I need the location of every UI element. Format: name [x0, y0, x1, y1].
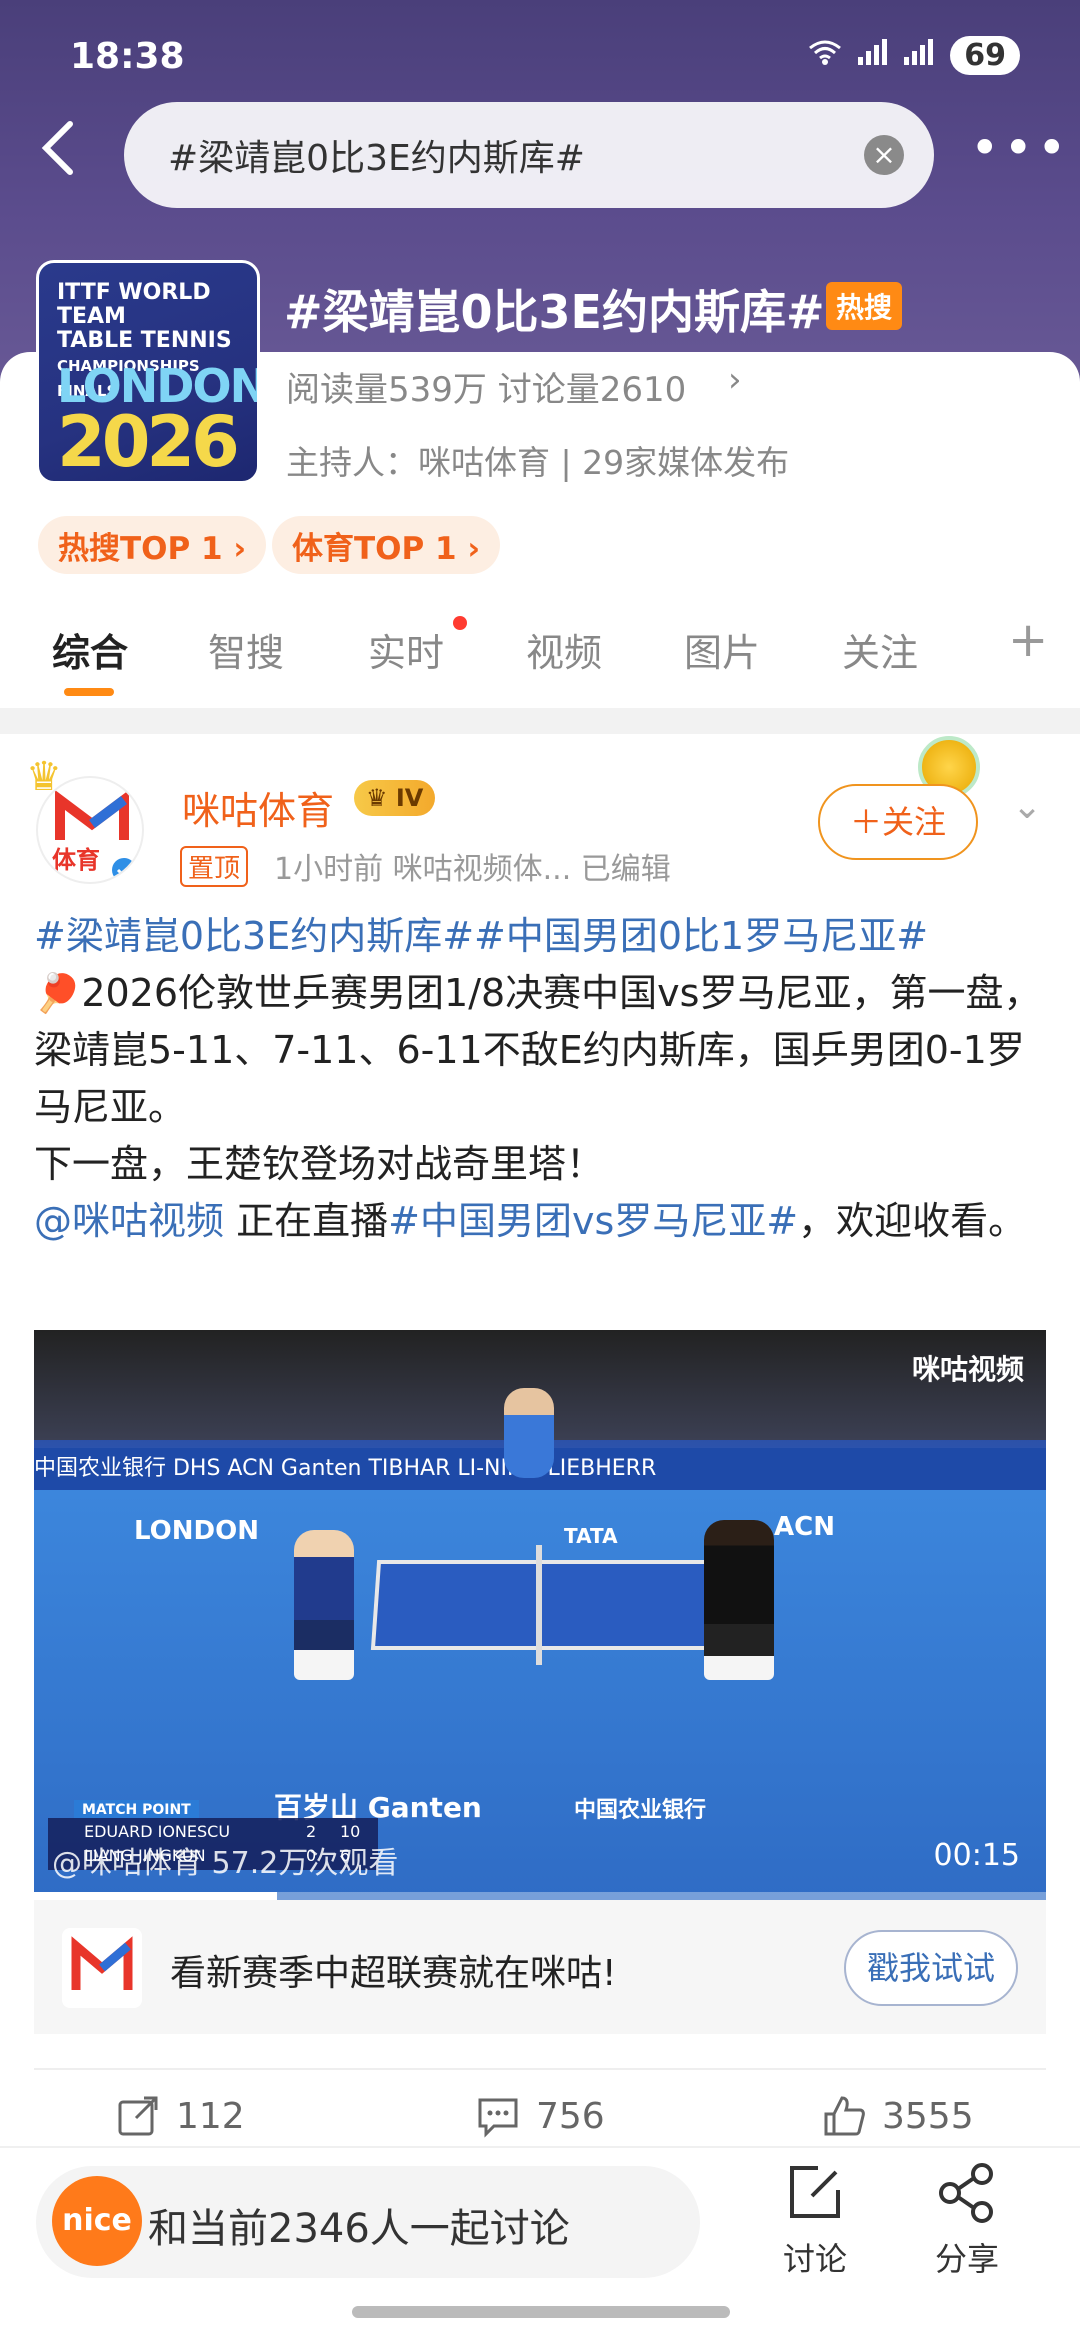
divider	[34, 2068, 1046, 2070]
active-tab-indicator	[64, 688, 114, 696]
video-time: 00:15	[933, 1838, 1020, 1873]
floor-text-abc: 中国农业银行	[574, 1798, 707, 1823]
promo-card[interactable]: 看新赛季中超联赛就在咪咕! 戳我试试	[34, 1900, 1046, 2034]
video-player[interactable]: 中国农业银行 DHS ACN Ganten TIBHAR LI-NING LIE…	[34, 1330, 1046, 1900]
post-paragraph-1: 🏓2026伦敦世乒赛男团1/8决赛中国vs罗马尼亚，第一盘，梁靖崑5-11、7-…	[34, 971, 1042, 1129]
ping-pong-net	[536, 1545, 542, 1665]
follow-button[interactable]: ＋关注	[818, 784, 978, 860]
repost-count: 112	[176, 2095, 245, 2137]
more-options-icon[interactable]: •••	[970, 118, 1066, 188]
match-point-tag: MATCH POINT	[74, 1800, 199, 1820]
video-logo: 咪咕视频	[911, 1353, 1024, 1386]
clear-icon[interactable]: ×	[864, 135, 904, 175]
video-view-count: @咪咕体育 57.2万次观看	[52, 1846, 399, 1881]
section-divider	[0, 708, 1080, 734]
chevron-right-icon[interactable]: ›	[728, 360, 742, 400]
chevron-down-icon[interactable]: ⌄	[1012, 786, 1042, 827]
crown-icon: ♛	[26, 754, 62, 800]
tab-video[interactable]: 视频	[526, 622, 602, 677]
hot-badge: 热搜	[826, 282, 903, 330]
topic-links[interactable]: #梁靖崑0比3E约内斯库##中国男团0比1罗马尼亚#	[34, 914, 928, 958]
home-indicator[interactable]	[352, 2306, 730, 2318]
status-time: 18:38	[70, 36, 185, 77]
post-paragraph-2: 下一盘，王楚钦登场对战奇里塔！	[34, 1142, 605, 1186]
comment-button[interactable]: 756	[476, 2094, 605, 2138]
comment-count: 756	[536, 2095, 605, 2137]
like-button[interactable]: 3555	[822, 2094, 974, 2138]
repost-icon	[118, 2096, 158, 2136]
new-dot-indicator	[453, 616, 467, 630]
nice-avatar: nice	[52, 2176, 142, 2266]
post-mid-text: 正在直播	[224, 1199, 389, 1243]
avatar-label: 体育	[52, 846, 100, 874]
wifi-icon	[808, 38, 842, 73]
topic-link[interactable]: #中国男团vs罗马尼亚#	[388, 1199, 798, 1243]
topic-logo: ITTF WORLD TEAM TABLE TENNIS CHAMPIONSHIPS…	[36, 260, 260, 484]
repost-button[interactable]: 112	[116, 2094, 245, 2138]
topic-host: 主持人：咪咕体育 | 29家媒体发布	[286, 443, 790, 482]
post-meta: 1小时前 咪咕视频体... 已编辑	[274, 852, 671, 887]
topic-stats[interactable]: 阅读量539万 讨论量2610	[286, 362, 686, 411]
migu-logo-icon	[62, 1928, 142, 2008]
hot-search-rank-pill[interactable]: 热搜TOP 1 ›	[38, 516, 267, 574]
search-input[interactable]: #梁靖崑0比3E约内斯库# ×	[124, 102, 934, 208]
status-icons: 69	[808, 36, 1020, 75]
battery-indicator: 69	[950, 36, 1020, 75]
tab-following[interactable]: 关注	[842, 622, 918, 677]
floor-text-acn: ACN	[774, 1512, 835, 1542]
back-icon[interactable]	[38, 118, 88, 188]
like-count: 3555	[882, 2095, 974, 2137]
thumbs-up-icon	[824, 2096, 865, 2136]
pinned-tag: 置顶	[180, 846, 249, 887]
search-query: #梁靖崑0比3E约内斯库#	[168, 138, 585, 179]
post-end-text: ，欢迎收看。	[798, 1199, 1027, 1243]
author-name[interactable]: 咪咕体育	[182, 780, 334, 835]
tab-images[interactable]: 图片	[684, 622, 760, 677]
tab-comprehensive[interactable]: 综合	[52, 622, 128, 677]
post-body: #梁靖崑0比3E约内斯库##中国男团0比1罗马尼亚# 🏓2026伦敦世乒赛男团1…	[34, 908, 1044, 1250]
floor-text-tata: TATA	[564, 1524, 618, 1548]
signal-icon-2	[904, 39, 934, 72]
signal-icon	[858, 39, 888, 72]
discuss-button[interactable]: 讨论	[760, 2160, 870, 2280]
video-progress-fill	[34, 1892, 277, 1900]
topic-title: #梁靖崑0比3E约内斯库#	[284, 285, 825, 339]
comment-icon	[478, 2098, 518, 2138]
promo-try-button[interactable]: 戳我试试	[844, 1930, 1018, 2006]
share-button[interactable]: 分享	[912, 2160, 1022, 2280]
ping-pong-table	[370, 1560, 748, 1650]
player-right-figure	[704, 1520, 774, 1680]
discuss-placeholder[interactable]: 和当前2346人一起讨论	[148, 2196, 570, 2254]
sports-rank-pill[interactable]: 体育TOP 1 ›	[272, 516, 501, 574]
promo-text: 看新赛季中超联赛就在咪咕!	[170, 1953, 617, 1994]
edit-icon	[790, 2166, 840, 2218]
share-icon	[939, 2163, 993, 2223]
add-tab-icon[interactable]: +	[1008, 612, 1048, 668]
tab-realtime[interactable]: 实时	[368, 622, 444, 677]
floor-text-london: LONDON	[134, 1516, 259, 1546]
umpire-figure	[504, 1388, 554, 1478]
mention-link[interactable]: @咪咕视频	[34, 1199, 224, 1243]
share-label: 分享	[934, 2240, 999, 2278]
player-left-figure	[294, 1530, 354, 1680]
tab-smart-search[interactable]: 智搜	[208, 622, 284, 677]
vip-level-badge: ♛ IV	[354, 780, 436, 816]
discuss-label: 讨论	[782, 2240, 847, 2278]
